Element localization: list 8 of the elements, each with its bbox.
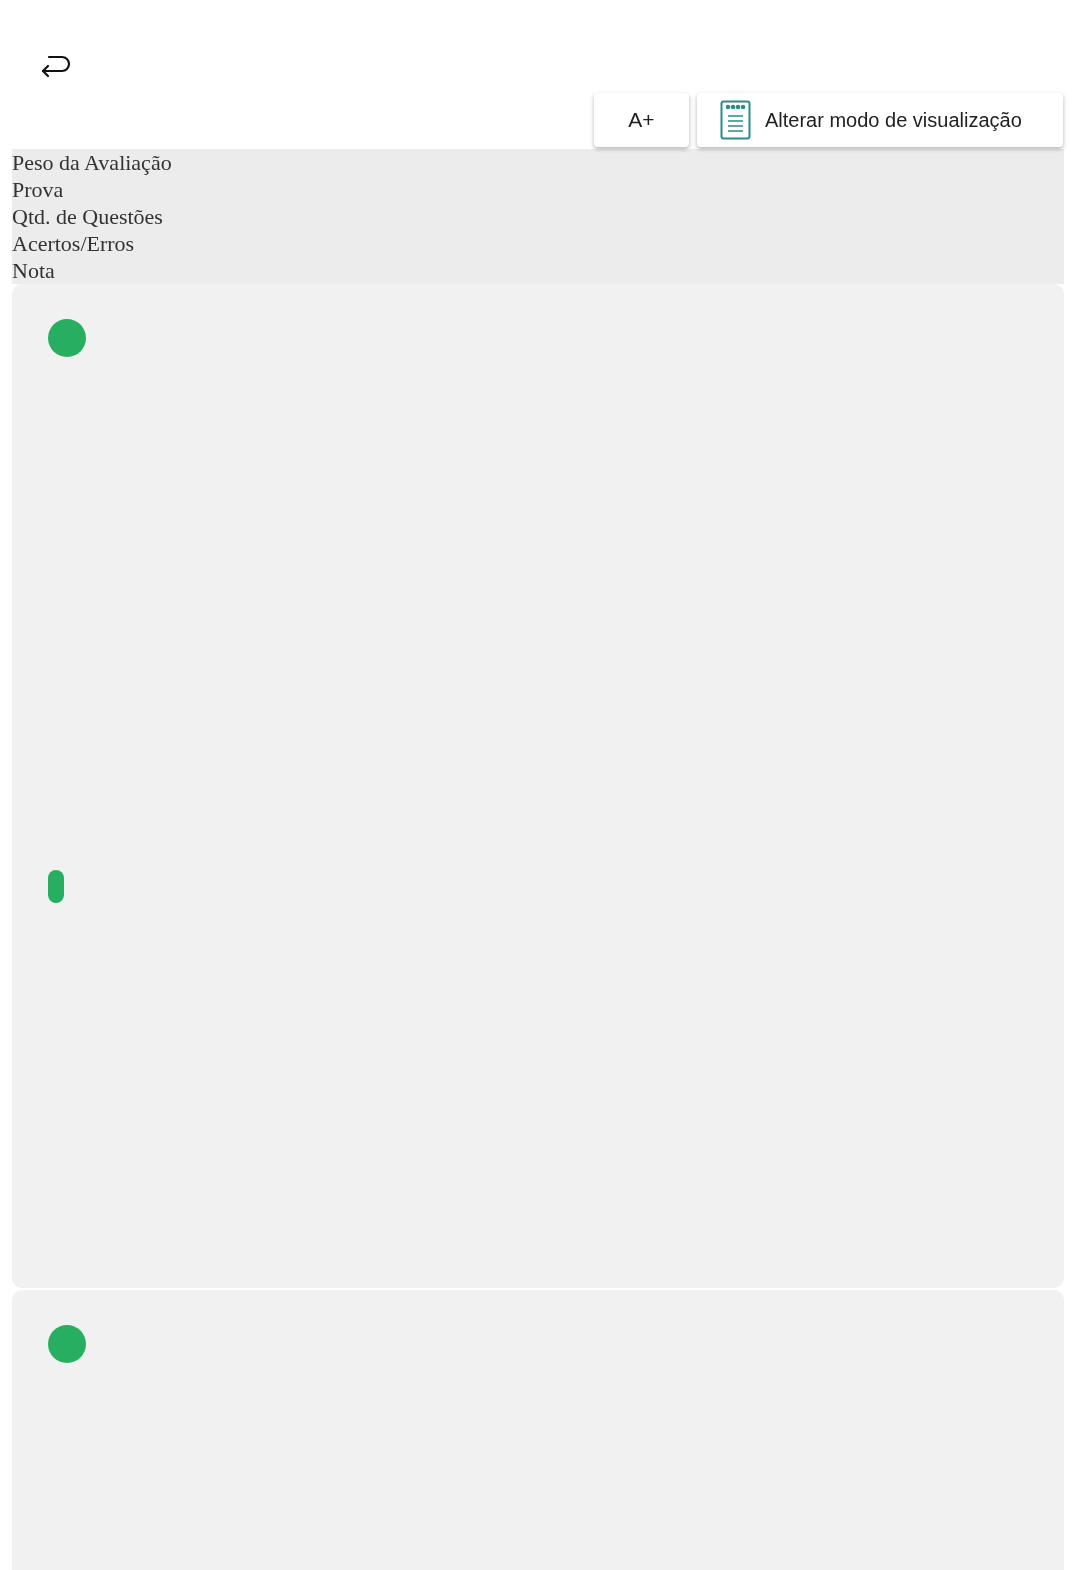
font-size-button[interactable]: A+ — [594, 93, 689, 147]
column-label: Acertos/Erros — [12, 230, 135, 257]
column-label: Qtd. de Questões — [12, 203, 163, 230]
notepad-icon — [720, 100, 751, 140]
column-label: Nota — [12, 257, 55, 284]
column-label: Prova — [12, 176, 64, 203]
column-label: Peso da Avaliação — [12, 149, 172, 176]
view-mode-button[interactable]: Alterar modo de visualização — [697, 93, 1063, 147]
